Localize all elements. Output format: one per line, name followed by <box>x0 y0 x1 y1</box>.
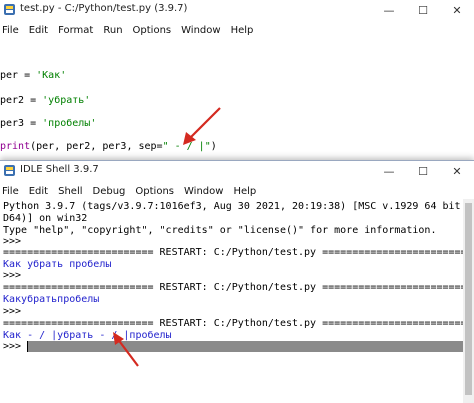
maximize-button[interactable]: ☐ <box>406 161 440 181</box>
editor-menu-bar: File Edit Format Run Options Window Help <box>0 21 474 39</box>
close-button[interactable]: ✕ <box>440 0 474 20</box>
restart-line: ========================= RESTART: C:/Py… <box>3 318 473 329</box>
menu-options[interactable]: Options <box>128 25 177 36</box>
program-output: Какубратьпробелы <box>3 294 100 305</box>
scrollbar-thumb[interactable] <box>465 203 472 395</box>
python-idle-icon <box>4 4 15 15</box>
maximize-button[interactable]: ☐ <box>406 0 440 20</box>
menu-window[interactable]: Window <box>176 25 225 36</box>
minimize-button[interactable]: — <box>372 0 406 20</box>
menu-help[interactable]: Help <box>226 25 259 36</box>
editor-title-bar[interactable]: test.py - C:/Python/test.py (3.9.7) — ☐ … <box>0 0 474 20</box>
program-output: Как убрать пробелы <box>3 259 112 270</box>
editor-window: test.py - C:/Python/test.py (3.9.7) — ☐ … <box>0 0 474 160</box>
shell-title-bar[interactable]: IDLE Shell 3.9.7 — ☐ ✕ <box>0 161 474 181</box>
restart-line: ========================= RESTART: C:/Py… <box>3 282 473 293</box>
restart-line: ========================= RESTART: C:/Py… <box>3 247 473 258</box>
shell-prompt: >>> <box>3 270 22 281</box>
editor-title: test.py - C:/Python/test.py (3.9.7) <box>20 3 188 14</box>
shell-title: IDLE Shell 3.9.7 <box>20 164 99 175</box>
code-line-4: print(per, per2, per3, sep=" - / |") <box>0 141 217 152</box>
shell-output[interactable]: Python 3.9.7 (tags/v3.9.7:1016ef3, Aug 3… <box>0 199 474 403</box>
menu-edit[interactable]: Edit <box>24 25 53 36</box>
shell-banner-line: Type "help", "copyright", "credits" or "… <box>3 225 437 236</box>
menu-options[interactable]: Options <box>130 186 179 197</box>
shell-prompt: >>> <box>3 236 22 247</box>
menu-file[interactable]: File <box>0 25 24 36</box>
menu-window[interactable]: Window <box>179 186 228 197</box>
code-editor[interactable]: per = 'Как' per2 = 'убрать' per3 = 'проб… <box>0 40 474 158</box>
python-idle-icon <box>4 165 15 176</box>
close-button[interactable]: ✕ <box>440 161 474 181</box>
code-line-2: per2 = 'убрать' <box>0 95 91 106</box>
menu-shell[interactable]: Shell <box>53 186 87 197</box>
code-line-3: per3 = 'пробелы' <box>0 118 97 129</box>
shell-input-line[interactable] <box>27 341 463 352</box>
shell-banner-line: Python 3.9.7 (tags/v3.9.7:1016ef3, Aug 3… <box>3 201 474 212</box>
shell-banner-line: D64)] on win32 <box>3 213 88 224</box>
menu-help[interactable]: Help <box>228 186 261 197</box>
shell-prompt: >>> <box>3 306 22 317</box>
menu-format[interactable]: Format <box>53 25 98 36</box>
shell-menu-bar: File Edit Shell Debug Options Window Hel… <box>0 182 474 200</box>
menu-debug[interactable]: Debug <box>88 186 131 197</box>
menu-run[interactable]: Run <box>98 25 127 36</box>
shell-prompt: >>> <box>3 341 22 352</box>
shell-window: IDLE Shell 3.9.7 — ☐ ✕ File Edit Shell D… <box>0 160 474 403</box>
text-cursor <box>27 341 28 352</box>
code-line-1: per = 'Как' <box>0 70 67 81</box>
minimize-button[interactable]: — <box>372 161 406 181</box>
menu-file[interactable]: File <box>0 186 24 197</box>
program-output: Как - / |убрать - / |пробелы <box>3 330 172 341</box>
vertical-scrollbar[interactable] <box>463 199 474 403</box>
menu-edit[interactable]: Edit <box>24 186 53 197</box>
